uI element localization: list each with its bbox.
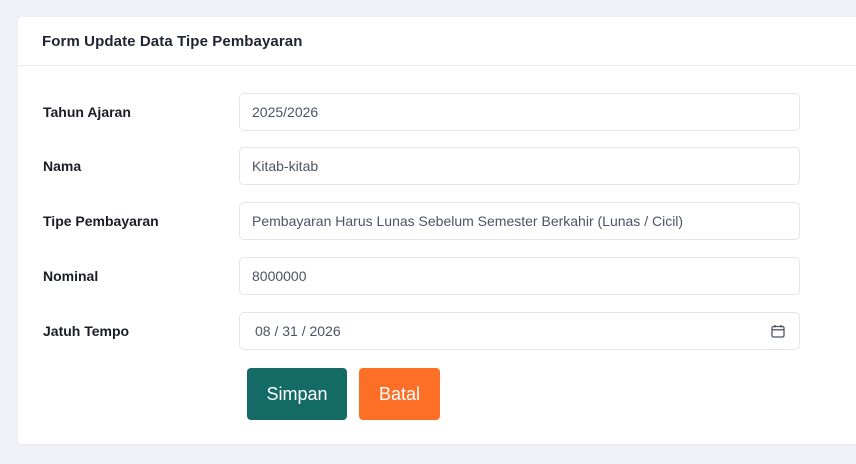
card-header: Form Update Data Tipe Pembayaran <box>18 17 856 66</box>
tipe-pembayaran-select[interactable]: Pembayaran Harus Lunas Sebelum Semester … <box>239 202 800 240</box>
save-button[interactable]: Simpan <box>247 368 347 420</box>
jatuh-tempo-value: 08 / 31 / 2026 <box>255 323 341 339</box>
form-title: Form Update Data Tipe Pembayaran <box>42 32 303 50</box>
form-card: Form Update Data Tipe Pembayaran Tahun A… <box>18 17 856 444</box>
form-row-nama: Nama Kitab-kitab <box>18 146 856 186</box>
form-row-tipe-pembayaran: Tipe Pembayaran Pembayaran Harus Lunas S… <box>18 201 856 241</box>
form-row-jatuh-tempo: Jatuh Tempo 08 / 31 / 2026 <box>18 311 856 351</box>
nama-label: Nama <box>43 158 82 174</box>
tahun-ajaran-input[interactable]: 2025/2026 <box>239 93 800 131</box>
nominal-input[interactable]: 8000000 <box>239 257 800 295</box>
tipe-pembayaran-value: Pembayaran Harus Lunas Sebelum Semester … <box>252 213 684 229</box>
tahun-ajaran-value: 2025/2026 <box>252 104 319 120</box>
jatuh-tempo-date-input[interactable]: 08 / 31 / 2026 <box>239 312 800 350</box>
calendar-icon[interactable] <box>771 324 785 338</box>
nama-value: Kitab-kitab <box>252 158 319 174</box>
nominal-label: Nominal <box>43 268 99 284</box>
jatuh-tempo-label: Jatuh Tempo <box>43 323 130 339</box>
nama-input[interactable]: Kitab-kitab <box>239 147 800 185</box>
form-row-nominal: Nominal 8000000 <box>18 256 856 296</box>
cancel-button[interactable]: Batal <box>359 368 440 420</box>
tahun-ajaran-label: Tahun Ajaran <box>43 104 131 120</box>
tipe-pembayaran-label: Tipe Pembayaran <box>43 213 159 229</box>
nominal-value: 8000000 <box>252 268 307 284</box>
form-row-tahun-ajaran: Tahun Ajaran 2025/2026 <box>18 92 856 132</box>
